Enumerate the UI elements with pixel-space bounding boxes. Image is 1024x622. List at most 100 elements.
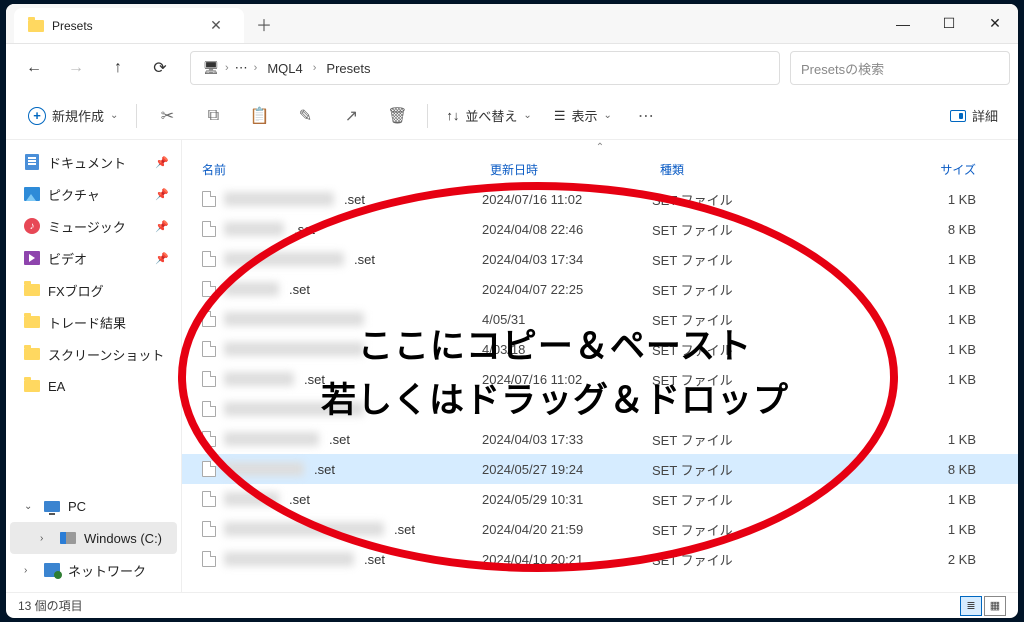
file-row[interactable] [182,394,1018,424]
file-type: SET ファイル [652,550,787,569]
sidebar-pc[interactable]: ⌄ PC [10,490,177,522]
file-name-redacted [224,192,334,206]
chevron-right-icon: › [225,62,229,74]
cut-button[interactable]: ✂ [145,100,189,132]
file-date: 4/05/31 [482,312,652,327]
chevron-down-icon: ⌄ [603,110,611,121]
sidebar-item-label: ドキュメント [48,153,126,172]
file-date: 2024/04/03 17:34 [482,252,652,267]
file-type: SET ファイル [652,490,787,509]
copy-button[interactable]: ⧉ [191,100,235,132]
file-row[interactable]: .set2024/07/16 11:02SET ファイル1 KB [182,364,1018,394]
tab-close-button[interactable]: ✕ [202,12,230,40]
sidebar-drive-c[interactable]: › Windows (C:) [10,522,177,554]
share-button[interactable]: ↗ [329,100,373,132]
more-button[interactable]: ⋯ [624,100,668,132]
sidebar-quick-item[interactable]: トレード結果 [10,306,177,338]
file-size: 8 KB [787,222,1006,237]
file-name-redacted [224,252,344,266]
file-icon [202,371,216,387]
file-icon [202,431,216,447]
file-name-redacted [224,492,279,506]
file-row[interactable]: .set2024/04/20 21:59SET ファイル1 KB [182,514,1018,544]
details-pane-button[interactable]: 詳細 [942,100,1006,132]
file-name-redacted [224,282,279,296]
new-tab-button[interactable]: ＋ [244,4,284,43]
sidebar-quick-item[interactable]: EA [10,370,177,402]
file-type: SET ファイル [652,280,787,299]
file-icon [202,491,216,507]
sort-button[interactable]: ↑↓ 並べ替え ⌄ [436,100,541,132]
sidebar-quick-item[interactable]: ミュージック📌 [10,210,177,242]
file-row[interactable]: 4/05/31SET ファイル1 KB [182,304,1018,334]
column-date[interactable]: 更新日時 [482,161,652,178]
sidebar-quick-item[interactable]: スクリーンショット [10,338,177,370]
tab-presets[interactable]: Presets ✕ [14,8,244,43]
file-row[interactable]: .set2024/05/27 19:24SET ファイル8 KB [182,454,1018,484]
paste-button[interactable]: 📋 [237,100,281,132]
back-button[interactable]: ← [14,50,54,86]
folder-icon [24,378,40,394]
icons-view-button[interactable]: ▦ [984,596,1006,616]
column-type[interactable]: 種類 [652,161,787,178]
sidebar-network[interactable]: › ネットワーク [10,554,177,586]
file-icon [202,461,216,477]
sidebar-quick-item[interactable]: ドキュメント📌 [10,146,177,178]
file-name-redacted [224,552,354,566]
chevron-down-icon: ⌄ [110,110,118,121]
tab-title: Presets [52,19,93,33]
rename-button[interactable]: ✎ [283,100,327,132]
status-bar: 13 個の項目 ≣ ▦ [6,592,1018,618]
details-icon [950,110,966,122]
folder-icon [24,346,40,362]
file-row[interactable]: 4/03/18SET ファイル1 KB [182,334,1018,364]
file-row[interactable]: .set2024/04/10 20:21SET ファイル2 KB [182,544,1018,574]
refresh-button[interactable]: ⟳ [140,50,180,86]
ellipsis-icon[interactable]: ⋯ [235,60,248,76]
forward-button[interactable]: → [56,50,96,86]
details-view-button[interactable]: ≣ [960,596,982,616]
close-window-button[interactable]: ✕ [972,4,1018,43]
file-row[interactable]: .set2024/04/03 17:34SET ファイル1 KB [182,244,1018,274]
sidebar-item-label: ミュージック [48,217,126,236]
chevron-right-icon: › [24,565,36,576]
file-row[interactable]: .set2024/07/16 11:02SET ファイル1 KB [182,184,1018,214]
address-bar[interactable]: 🖥 › ⋯ › MQL4 › Presets [190,51,780,85]
column-name[interactable]: 名前 [182,161,482,178]
file-size: 8 KB [787,462,1006,477]
pc-icon [44,498,60,514]
sidebar-item-label: FXブログ [48,281,104,300]
minimize-button[interactable]: ― [880,4,926,43]
sidebar-quick-item[interactable]: FXブログ [10,274,177,306]
column-collapse-icon[interactable]: ⌃ [182,140,1018,154]
sidebar-quick-item[interactable]: ピクチャ📌 [10,178,177,210]
file-row[interactable]: .set2024/04/07 22:25SET ファイル1 KB [182,274,1018,304]
delete-button[interactable]: 🗑 [375,100,419,132]
doc-icon [24,154,40,170]
file-extension: .set [329,432,350,447]
maximize-button[interactable]: ☐ [926,4,972,43]
sidebar-item-label: ピクチャ [48,185,100,204]
file-name-redacted [224,432,319,446]
up-button[interactable]: ↑ [98,50,138,86]
file-date: 4/03/18 [482,342,652,357]
file-icon [202,521,216,537]
search-input[interactable]: Presetsの検索 [790,51,1010,85]
column-size[interactable]: サイズ [787,161,1006,178]
file-size: 1 KB [787,192,1006,207]
file-row[interactable]: .set2024/04/03 17:33SET ファイル1 KB [182,424,1018,454]
sidebar: ドキュメント📌ピクチャ📌ミュージック📌ビデオ📌 FXブログトレード結果スクリーンシ… [6,140,182,592]
breadcrumb-mql4[interactable]: MQL4 [263,59,306,78]
sidebar-quick-item[interactable]: ビデオ📌 [10,242,177,274]
file-size: 2 KB [787,552,1006,567]
view-button[interactable]: ☰ 表示 ⌄ [544,100,622,132]
file-extension: .set [344,192,365,207]
new-button[interactable]: + 新規作成 ⌄ [18,100,128,132]
file-row[interactable]: .set2024/04/08 22:46SET ファイル8 KB [182,214,1018,244]
breadcrumb-presets[interactable]: Presets [322,59,374,78]
file-icon [202,551,216,567]
file-icon [202,221,216,237]
file-row[interactable]: .set2024/05/29 10:31SET ファイル1 KB [182,484,1018,514]
file-type: SET ファイル [652,520,787,539]
file-extension: .set [354,252,375,267]
